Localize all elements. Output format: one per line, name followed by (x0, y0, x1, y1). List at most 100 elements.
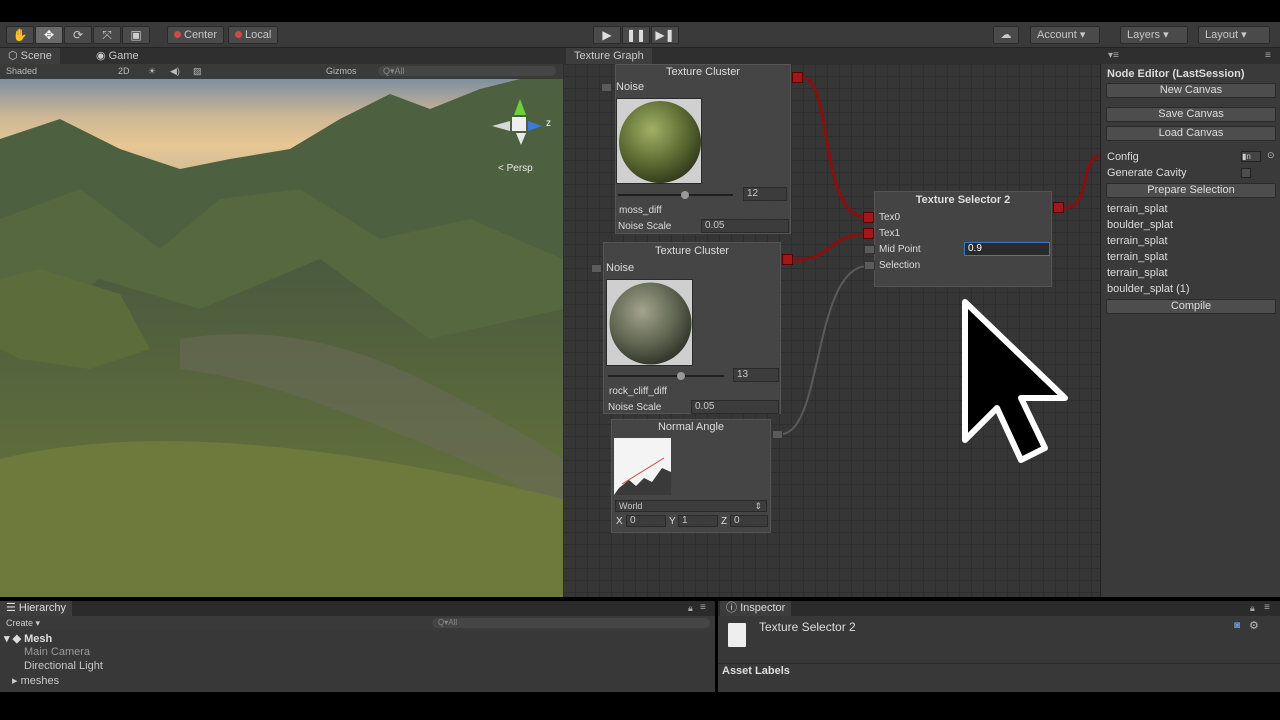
letterbox-top (0, 0, 1280, 22)
tex0-input-port[interactable] (863, 212, 874, 223)
pivot-local-toggle[interactable]: Local (228, 26, 279, 44)
hierarchy-icon: ☰ (6, 602, 19, 614)
save-canvas-button[interactable]: Save Canvas (1106, 107, 1276, 122)
projection-label[interactable]: < Persp (498, 163, 533, 174)
node-title: Texture Cluster (655, 245, 729, 257)
effects-toggle-icon[interactable]: ▨ (193, 66, 202, 77)
account-dropdown[interactable]: Account ▾ (1030, 26, 1100, 44)
move-tool-button[interactable]: ✥ (35, 26, 63, 44)
noise-toggle-1[interactable]: Noise (601, 81, 644, 93)
panel-menu-icon[interactable]: ≡ (700, 602, 706, 613)
cluster2-output-port[interactable] (782, 254, 793, 265)
scale-tool-button[interactable]: ⤧ (93, 26, 121, 44)
splat-item[interactable]: boulder_splat (1) (1107, 283, 1190, 295)
splat-item[interactable]: terrain_splat (1107, 267, 1168, 279)
shading-mode-dropdown[interactable]: Shaded (6, 66, 37, 76)
help-icon[interactable]: ◙ (1234, 620, 1240, 631)
noise-scale-field-2[interactable]: 0.05 (691, 400, 779, 414)
x-field[interactable]: 0 (626, 515, 666, 527)
load-canvas-button[interactable]: Load Canvas (1106, 126, 1276, 141)
z-field[interactable]: 0 (730, 515, 768, 527)
gear-icon[interactable]: ⚙ (1249, 619, 1259, 632)
hierarchy-item[interactable]: Main Camera (24, 646, 90, 658)
hand-tool-button[interactable]: ✋ (6, 26, 34, 44)
texture-selector-node[interactable]: Texture Selector 2 (874, 191, 1052, 287)
connection-selector-output (1062, 154, 1100, 210)
graph-menu-icon[interactable]: ▾≡ (1108, 50, 1119, 61)
noise-scale-field-1[interactable]: 0.05 (701, 219, 789, 233)
y-field[interactable]: 1 (678, 515, 718, 527)
rotate-tool-button[interactable]: ⟳ (64, 26, 92, 44)
lock-icon[interactable]: 🔒︎ (688, 603, 693, 614)
compile-button[interactable]: Compile (1106, 299, 1276, 314)
play-button[interactable]: ▶ (593, 26, 621, 44)
asset-labels-header[interactable]: Asset Labels (722, 665, 790, 677)
midpoint-input[interactable]: 0.9 (964, 242, 1050, 256)
noise-slider-track-2[interactable] (608, 375, 724, 377)
noise-slider-track-1[interactable] (618, 194, 733, 196)
noise-scale-label-1: Noise Scale (618, 221, 672, 232)
chevron-down-icon: ▾ (1163, 29, 1169, 41)
space-dropdown[interactable]: World ⇕ (615, 500, 767, 512)
tab-hierarchy[interactable]: ☰ Hierarchy (0, 601, 72, 616)
node-title: Normal Angle (657, 421, 725, 433)
tab-scene[interactable]: ⬡ Scene (0, 48, 60, 64)
2d-toggle[interactable]: 2D (118, 66, 130, 76)
node-graph-canvas[interactable]: Texture Cluster Noise 12 moss_diff Noise… (563, 64, 1100, 597)
hierarchy-search-input[interactable]: Q▾All (432, 618, 710, 628)
gizmo-z-label: z (546, 118, 551, 129)
splat-item[interactable]: terrain_splat (1107, 203, 1168, 215)
splat-item[interactable]: terrain_splat (1107, 251, 1168, 263)
prepare-selection-button[interactable]: Prepare Selection (1106, 183, 1276, 198)
scene-viewport[interactable]: z < Persp (0, 79, 563, 597)
noise-slider-thumb-2[interactable] (677, 372, 685, 380)
lighting-toggle-icon[interactable]: ☀ (148, 66, 156, 77)
hierarchy-item[interactable]: Directional Light (24, 660, 103, 672)
step-button[interactable]: ▶❚ (651, 26, 679, 44)
pause-icon: ❚❚ (625, 28, 647, 42)
panel-menu-icon[interactable]: ≡ (1264, 602, 1270, 613)
noise-value-field-2[interactable]: 13 (733, 368, 779, 382)
rect-tool-button[interactable]: ▣ (122, 26, 150, 44)
gizmos-dropdown[interactable]: Gizmos (326, 66, 357, 76)
config-object-field[interactable]: ▮n (1241, 151, 1261, 162)
cloud-button[interactable]: ☁ (993, 26, 1019, 44)
account-label: Account (1037, 29, 1077, 41)
hierarchy-item-label: meshes (20, 675, 60, 687)
noise-slider-thumb-1[interactable] (681, 191, 689, 199)
layout-dropdown[interactable]: Layout ▾ (1198, 26, 1270, 44)
hierarchy-item[interactable]: ▸ meshes (12, 674, 59, 687)
game-tab-icon: ◉ (96, 50, 109, 62)
noise-toggle-2[interactable]: Noise (591, 262, 634, 274)
new-canvas-button[interactable]: New Canvas (1106, 83, 1276, 98)
normal-output-port[interactable] (772, 430, 783, 439)
selector-output-port[interactable] (1053, 202, 1064, 213)
create-dropdown[interactable]: Create ▾ (6, 618, 40, 629)
pivot-center-toggle[interactable]: Center (167, 26, 225, 44)
space-label: Local (245, 29, 272, 41)
splat-item[interactable]: terrain_splat (1107, 235, 1168, 247)
hand-icon: ✋ (12, 28, 28, 42)
selection-input-port[interactable] (864, 261, 875, 270)
orientation-gizmo[interactable]: z (492, 99, 552, 155)
main-toolbar: ✋ ✥ ⟳ ⤧ ▣ Center Local ▶ ❚❚ ▶❚ ☁ Account… (0, 22, 1280, 48)
splat-item[interactable]: boulder_splat (1107, 219, 1173, 231)
step-icon: ▶❚ (655, 28, 675, 42)
midpoint-input-port[interactable] (864, 245, 875, 254)
tab-game[interactable]: ◉ Game (88, 48, 147, 64)
scene-root[interactable]: ▾ ◆ Mesh (4, 632, 52, 645)
lock-icon[interactable]: 🔒︎ (1250, 603, 1255, 614)
cluster1-output-port[interactable] (792, 72, 803, 83)
rock-cliff-texture-preview (606, 279, 693, 366)
scene-search-input[interactable]: Q▾All (378, 66, 556, 76)
tab-texture-graph[interactable]: Texture Graph (566, 48, 652, 64)
audio-toggle-icon[interactable]: ◀) (170, 66, 180, 77)
target-picker-icon[interactable]: ⊙ (1267, 150, 1275, 161)
noise-value-field-1[interactable]: 12 (743, 187, 787, 201)
right-panel-menu-icon[interactable]: ≡ (1265, 50, 1271, 61)
tex1-input-port[interactable] (863, 228, 874, 239)
tab-inspector[interactable]: ⓘ Inspector (720, 601, 792, 616)
layers-dropdown[interactable]: Layers ▾ (1120, 26, 1188, 44)
generate-cavity-checkbox[interactable] (1241, 168, 1251, 178)
pause-button[interactable]: ❚❚ (622, 26, 650, 44)
